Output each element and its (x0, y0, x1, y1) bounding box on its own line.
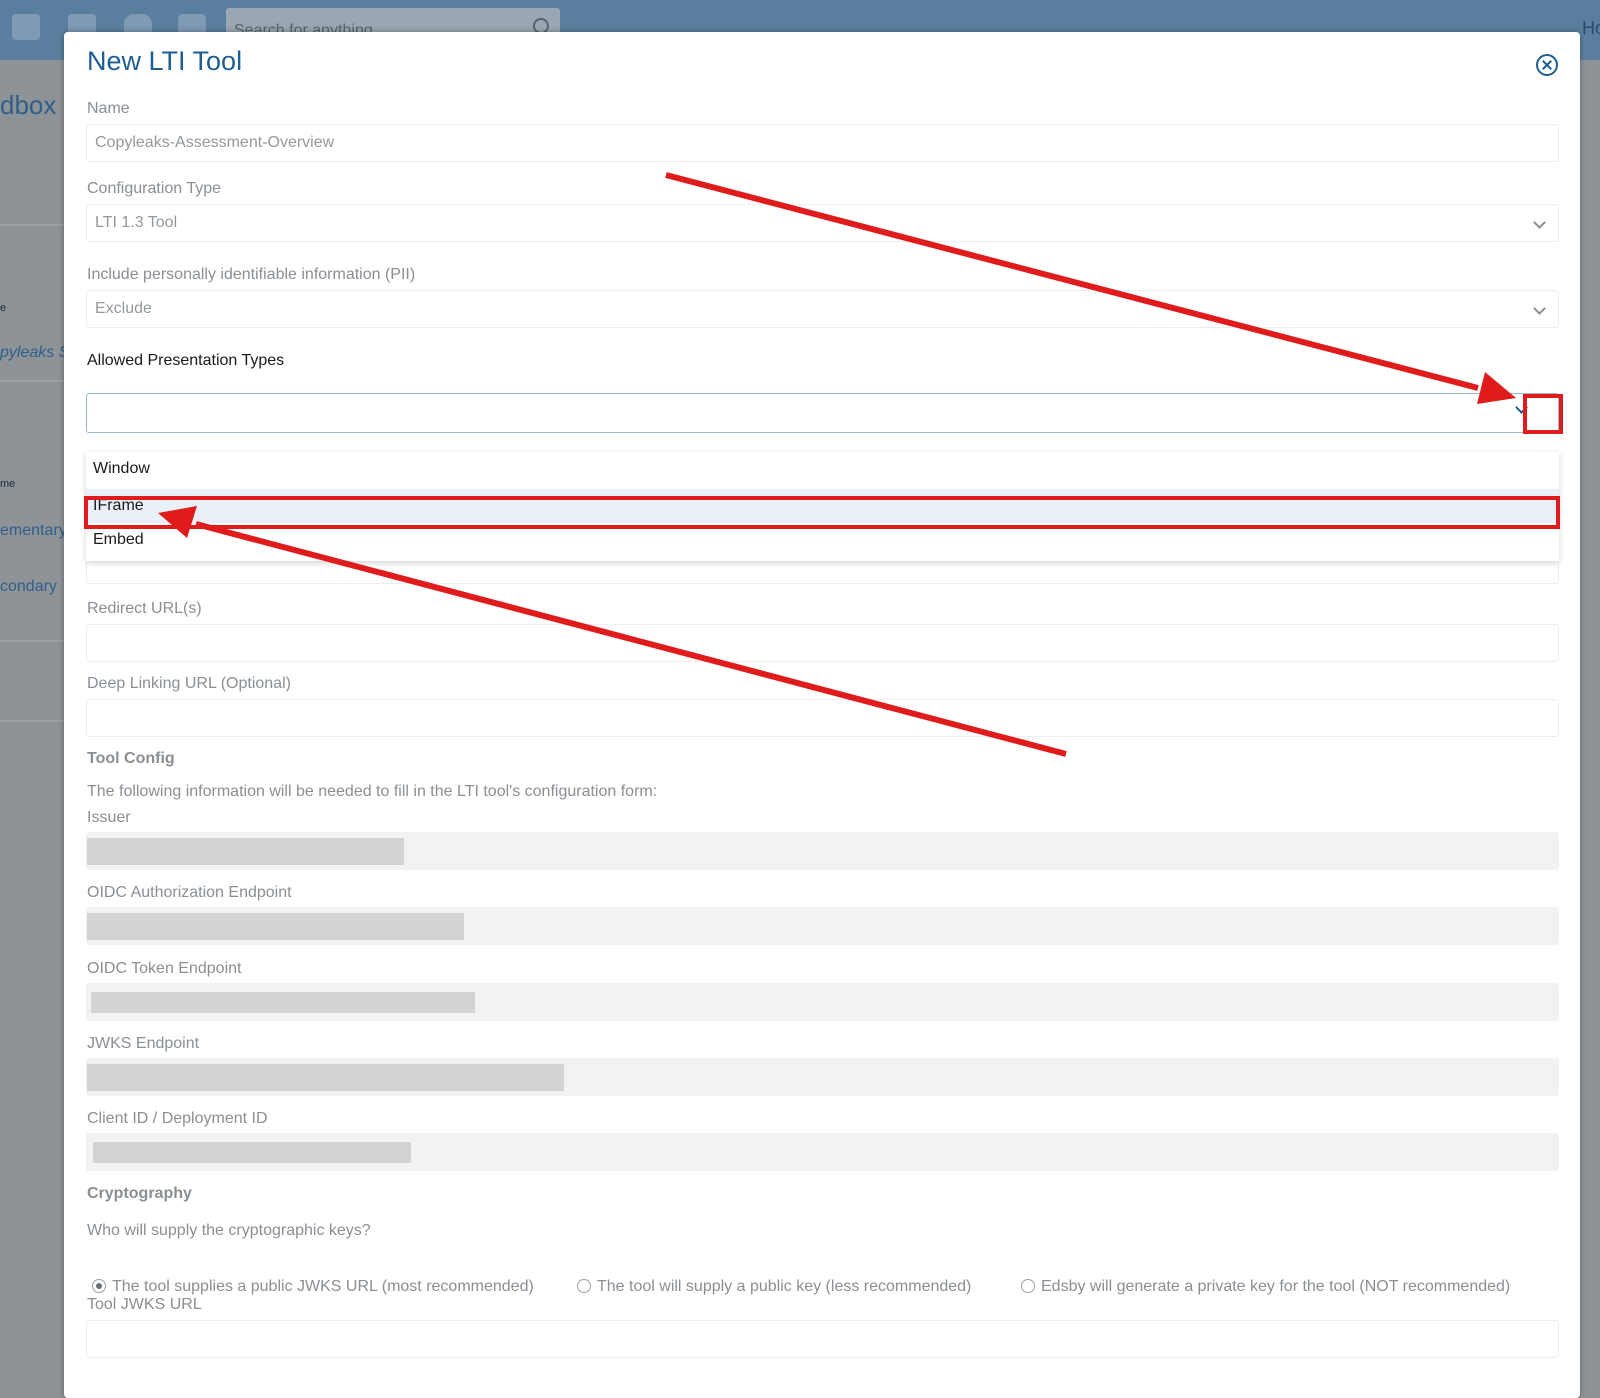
annotation-arrowhead (158, 506, 197, 538)
annotation-arrow-line (665, 172, 1479, 391)
annotation-arrows (158, 172, 1516, 757)
annotation-arrow-line (195, 521, 1067, 757)
annotation-arrowhead (1477, 372, 1516, 404)
